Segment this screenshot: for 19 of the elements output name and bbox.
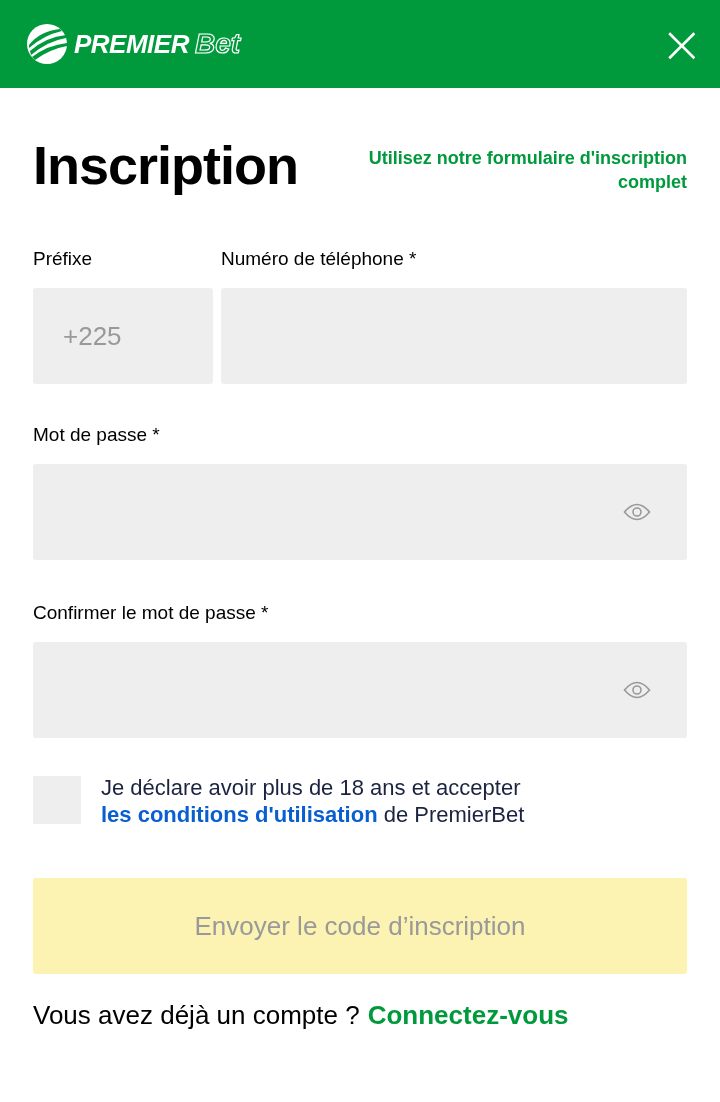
terms-link[interactable]: les conditions d'utilisation [101,802,378,827]
consent-text: Je déclare avoir plus de 18 ans et accepter les conditions d'utilisation de PremierBet [101,774,526,828]
full-form-link[interactable]: Utilisez notre formulaire d'inscription complet [342,146,687,194]
login-link[interactable]: Connectez-vous [367,1000,569,1031]
page-title: Inscription [33,134,298,196]
field-label: Préfixe [33,248,94,270]
logo-text: PREMIER [74,28,189,60]
prefix-field[interactable]: +225 [33,288,213,384]
eye-icon[interactable] [623,681,651,699]
logo-text: Bet [194,28,241,60]
eye-icon[interactable] [623,503,651,521]
logo-icon [26,23,68,65]
field-label: Mot de passe * [33,424,161,446]
field-label: Numéro de téléphone * [221,248,418,270]
password-field[interactable] [33,642,687,738]
login-prompt: Vous avez déjà un compte ? [33,1000,360,1031]
close-button[interactable]: × [660,24,700,64]
field-label: Confirmer le mot de passe * [33,602,270,624]
password-field[interactable] [33,464,687,560]
